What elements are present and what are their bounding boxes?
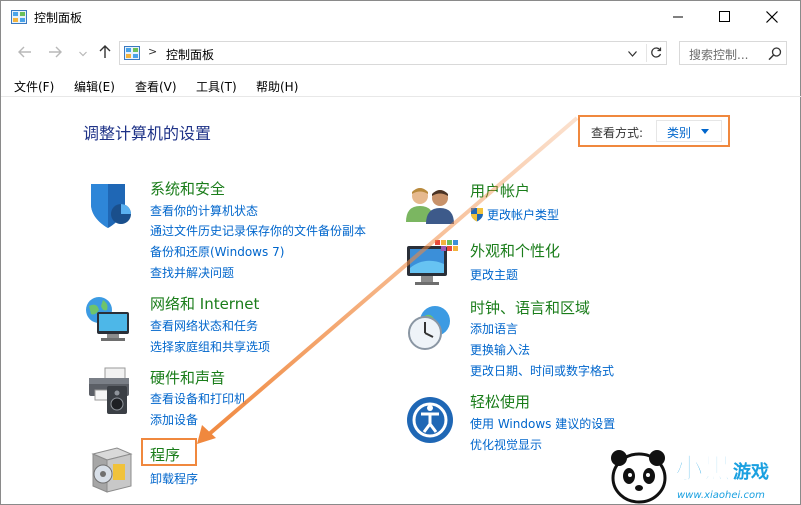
recent-locations-button[interactable] (73, 43, 93, 63)
back-button[interactable] (15, 43, 35, 63)
control-panel-window: 控制面板 > 控制面板 搜索控制... 文件(F) 编辑(E) 查看(V) 工具… (0, 0, 801, 505)
view-mode-label: 查看方式: (591, 126, 644, 140)
panda-logo-icon: 小黑 游戏 www.xiaohei.com (611, 450, 769, 504)
user-accounts-icon[interactable] (405, 184, 455, 234)
content-area: 调整计算机的设置 查看方式: 类别 系统和安全 查看你的计算机状态 通过文件历史… (1, 98, 801, 505)
search-input[interactable]: 搜索控制... (689, 46, 748, 63)
link-devices-printers[interactable]: 查看设备和打印机 (150, 390, 246, 407)
back-arrow-icon (18, 46, 32, 61)
dropdown-caret-icon (701, 129, 709, 134)
ease-of-access-icon[interactable] (405, 395, 455, 445)
menu-file[interactable]: 文件(F) (14, 78, 54, 95)
maximize-button[interactable] (701, 1, 747, 32)
menu-view[interactable]: 查看(V) (135, 78, 177, 95)
link-troubleshoot[interactable]: 查找并解决问题 (150, 264, 234, 281)
maximize-icon (718, 11, 730, 22)
title-bar: 控制面板 (1, 1, 801, 33)
breadcrumb-separator[interactable]: > (148, 45, 157, 58)
printer-speaker-icon[interactable] (85, 366, 135, 416)
breadcrumb-control-panel[interactable]: 控制面板 (166, 46, 214, 63)
page-title: 调整计算机的设置 (83, 124, 212, 143)
programs-box-icon[interactable] (87, 444, 137, 494)
forward-arrow-icon (48, 46, 62, 61)
category-programs[interactable]: 程序 (150, 444, 180, 465)
view-mode-value[interactable]: 类别 (667, 124, 691, 141)
search-field[interactable]: 搜索控制... (679, 41, 787, 65)
link-backup-restore[interactable]: 备份和还原(Windows 7) (150, 243, 284, 260)
link-add-device[interactable]: 添加设备 (150, 411, 198, 428)
link-network-status[interactable]: 查看网络状态和任务 (150, 317, 258, 334)
svg-text:www.xiaohei.com: www.xiaohei.com (677, 490, 765, 501)
svg-text:游戏: 游戏 (733, 461, 769, 483)
window-title: 控制面板 (34, 11, 83, 25)
close-button[interactable] (749, 1, 795, 32)
address-bar[interactable]: > 控制面板 (119, 41, 667, 65)
minimize-button[interactable] (655, 1, 701, 32)
menu-bar: 文件(F) 编辑(E) 查看(V) 工具(T) 帮助(H) (1, 75, 801, 97)
close-icon (766, 10, 778, 23)
address-history-button[interactable] (622, 46, 642, 62)
menu-edit[interactable]: 编辑(E) (74, 78, 115, 95)
category-user-accounts[interactable]: 用户帐户 (470, 180, 530, 201)
watermark-logo: 小黑 游戏 www.xiaohei.com (605, 438, 801, 505)
navigation-bar: > 控制面板 搜索控制... (1, 39, 801, 67)
chevron-down-icon (79, 46, 87, 60)
link-uninstall-program[interactable]: 卸载程序 (150, 470, 198, 487)
appearance-monitor-icon[interactable] (405, 238, 458, 288)
refresh-icon (650, 47, 661, 58)
control-panel-icon (124, 46, 140, 60)
view-mode-dropdown[interactable]: 类别 (656, 120, 722, 142)
shield-icon[interactable] (85, 180, 135, 230)
minimize-icon (673, 12, 683, 22)
link-file-history-backup[interactable]: 通过文件历史记录保存你的文件备份副本 (150, 222, 366, 239)
up-button[interactable] (95, 43, 115, 63)
category-appearance-personalization[interactable]: 外观和个性化 (470, 240, 560, 261)
menu-tools[interactable]: 工具(T) (196, 78, 237, 95)
clock-globe-icon[interactable] (405, 303, 455, 353)
network-globe-icon[interactable] (83, 294, 133, 344)
link-change-date-time-format[interactable]: 更改日期、时间或数字格式 (470, 362, 614, 379)
category-ease-of-access[interactable]: 轻松使用 (470, 391, 530, 412)
link-change-theme[interactable]: 更改主题 (470, 266, 518, 283)
menu-help[interactable]: 帮助(H) (256, 78, 298, 95)
category-hardware-sound[interactable]: 硬件和声音 (150, 367, 225, 388)
view-mode-highlight: 查看方式: 类别 (578, 115, 730, 147)
search-icon[interactable] (767, 46, 783, 62)
refresh-button[interactable] (646, 44, 664, 62)
link-view-computer-status[interactable]: 查看你的计算机状态 (150, 202, 258, 219)
link-homegroup-sharing[interactable]: 选择家庭组和共享选项 (150, 338, 270, 355)
link-change-input-method[interactable]: 更换输入法 (470, 341, 530, 358)
link-add-language[interactable]: 添加语言 (470, 320, 518, 337)
link-change-account-type[interactable]: 更改帐户类型 (487, 206, 559, 223)
link-optimize-visual-display[interactable]: 优化视觉显示 (470, 436, 542, 453)
category-network-internet[interactable]: 网络和 Internet (150, 293, 259, 314)
category-system-security[interactable]: 系统和安全 (150, 178, 225, 199)
forward-button[interactable] (45, 43, 65, 63)
category-clock-language-region[interactable]: 时钟、语言和区域 (470, 297, 590, 318)
svg-text:小黑: 小黑 (675, 452, 731, 485)
uac-shield-icon (470, 207, 484, 222)
up-arrow-icon (99, 44, 111, 62)
link-recommended-settings[interactable]: 使用 Windows 建议的设置 (470, 415, 615, 432)
control-panel-icon (11, 10, 27, 24)
